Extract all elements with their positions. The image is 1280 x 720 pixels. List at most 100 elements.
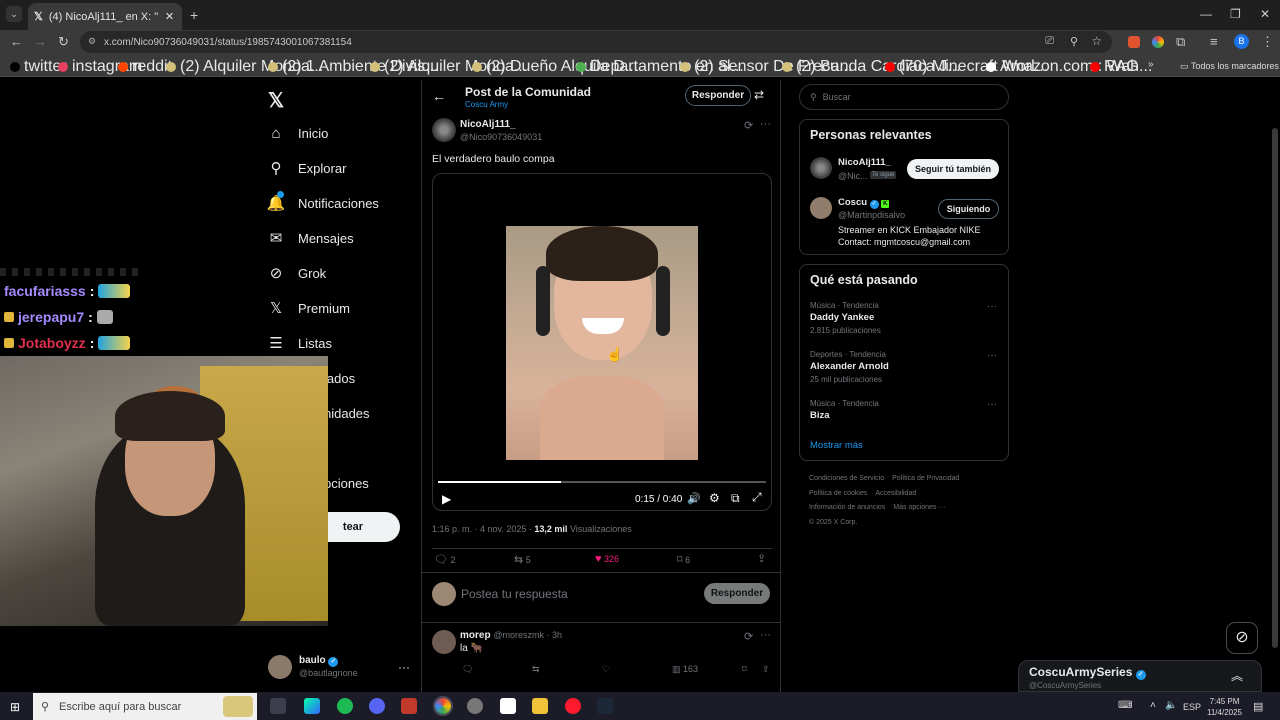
- clock[interactable]: 7:45 PM 11/4/2025: [1207, 696, 1242, 718]
- nav-item[interactable]: ✉ Mensajes: [268, 223, 354, 253]
- trend-name[interactable]: Alexander Arnold: [810, 361, 889, 372]
- person-name[interactable]: NicoAlj111_: [838, 157, 891, 168]
- nav-item[interactable]: 🔔 Notificaciones: [267, 188, 379, 218]
- avatar[interactable]: [268, 655, 292, 679]
- more-icon[interactable]: ···: [760, 118, 771, 130]
- fullscreen-icon[interactable]: ⤢: [752, 490, 762, 505]
- share-icon[interactable]: ⇪: [757, 552, 766, 565]
- avatar[interactable]: [810, 197, 832, 219]
- more-icon[interactable]: ···: [987, 301, 997, 312]
- all-bookmarks[interactable]: ▭ Todos los marcadores: [1180, 61, 1279, 72]
- bookmark-action[interactable]: ⌑ 6: [677, 553, 690, 566]
- reply-avatar[interactable]: [432, 630, 456, 654]
- follow-button[interactable]: Seguir tú también: [907, 159, 999, 179]
- bookmark-item[interactable]: reddit: [118, 58, 172, 76]
- community-popup[interactable]: CoscuArmySeries ✓ @CoscuArmySeries ︽: [1018, 660, 1262, 692]
- footer-link[interactable]: Política de Privacidad: [892, 475, 959, 482]
- keyboard-icon[interactable]: ⌨: [1118, 700, 1132, 711]
- gear-icon[interactable]: ⚙: [709, 491, 720, 505]
- nav-item[interactable]: pciones: [324, 468, 369, 498]
- address-bar[interactable]: ⚙ x.com/Nico90736049031/status/198574300…: [80, 31, 1112, 53]
- person-name[interactable]: Coscu ✓ K: [838, 197, 890, 209]
- browser-menu-icon[interactable]: ⋮: [1261, 34, 1274, 50]
- close-icon[interactable]: ✕: [165, 10, 174, 23]
- repost-icon[interactable]: ⇆: [532, 664, 540, 675]
- spotify-icon[interactable]: [337, 698, 353, 714]
- account-name[interactable]: baulo ✓: [299, 655, 339, 667]
- nav-item[interactable]: nidades: [324, 398, 370, 428]
- language-indicator[interactable]: ESP: [1183, 702, 1201, 712]
- person-handle[interactable]: @Martinpdisalvo: [838, 210, 905, 220]
- chrome-icon[interactable]: [433, 696, 453, 716]
- footer-link[interactable]: Más opciones ···: [893, 504, 945, 511]
- maximize-button[interactable]: ❐: [1230, 7, 1241, 21]
- extensions-puzzle-icon[interactable]: ⧉: [1176, 34, 1185, 50]
- app-icon[interactable]: [401, 698, 417, 714]
- footer-link[interactable]: Política de cookies: [809, 490, 867, 497]
- video-player[interactable]: ☝ ▶ 0:15 / 0:40 🔊 ⚙ ⧉ ⤢: [432, 173, 772, 511]
- app-icon[interactable]: [500, 698, 516, 714]
- nav-item[interactable]: 𝕏 Premium: [268, 293, 350, 323]
- expand-chevron-icon[interactable]: ︽: [1231, 667, 1243, 684]
- share-icon[interactable]: ⇪: [762, 664, 770, 675]
- back-icon[interactable]: ←: [10, 34, 23, 49]
- file-explorer-icon[interactable]: [532, 698, 548, 714]
- reload-icon[interactable]: ↻: [58, 34, 69, 50]
- grok-icon[interactable]: ⟳: [744, 630, 753, 643]
- copilot-icon[interactable]: [304, 698, 320, 714]
- nav-item[interactable]: lados: [324, 363, 355, 393]
- volume-icon[interactable]: 🔊: [687, 492, 701, 505]
- nav-item[interactable]: ⊘ Grok: [268, 258, 326, 288]
- play-icon[interactable]: ▶: [442, 492, 451, 506]
- grok-icon[interactable]: ⟳: [744, 119, 753, 132]
- community-link[interactable]: Coscu Army: [465, 100, 508, 109]
- extension-icon[interactable]: [1128, 36, 1140, 48]
- volume-icon[interactable]: 🔈: [1165, 700, 1177, 711]
- show-more-link[interactable]: Mostrar más: [810, 440, 863, 451]
- account-menu-icon[interactable]: ···: [398, 660, 410, 674]
- repost-action[interactable]: ⇆ 5: [514, 553, 531, 566]
- window-close-button[interactable]: ✕: [1260, 7, 1270, 21]
- heart-icon[interactable]: ♡: [602, 664, 610, 675]
- reply-submit-button[interactable]: Responder: [704, 583, 770, 604]
- profile-avatar[interactable]: B: [1234, 34, 1249, 49]
- person-handle[interactable]: @Nic...: [838, 171, 868, 181]
- minimize-button[interactable]: —: [1200, 7, 1212, 21]
- footer-link[interactable]: Condiciones de Servicio: [809, 475, 884, 482]
- media-icon[interactable]: ≡: [1210, 34, 1218, 49]
- windows-start-icon[interactable]: ⊞: [10, 700, 20, 714]
- star-icon[interactable]: ☆: [1091, 34, 1102, 48]
- notifications-icon[interactable]: ▤: [1253, 700, 1263, 713]
- following-button[interactable]: Siguiendo: [938, 199, 999, 219]
- author-name[interactable]: NicoAlj111_: [460, 119, 516, 130]
- install-icon[interactable]: ⎚: [1045, 35, 1054, 48]
- footer-link[interactable]: Información de anuncios: [809, 504, 885, 511]
- opera-icon[interactable]: [565, 698, 581, 714]
- app-icon[interactable]: [467, 698, 483, 714]
- views-action[interactable]: ▥ 163: [672, 664, 698, 675]
- task-view-icon[interactable]: [270, 698, 286, 714]
- reply-author[interactable]: morep @moreszmk · 3h: [460, 630, 562, 641]
- new-tab-button[interactable]: +: [190, 7, 198, 23]
- more-icon[interactable]: ···: [760, 629, 771, 641]
- author-avatar[interactable]: [432, 118, 456, 142]
- back-arrow-icon[interactable]: ←: [432, 88, 446, 104]
- more-bookmarks-icon[interactable]: »: [1148, 59, 1154, 70]
- taskbar-search[interactable]: ⚲ Escribe aquí para buscar: [33, 693, 257, 720]
- search-input[interactable]: ⚲ Buscar: [799, 84, 1009, 110]
- reply-action[interactable]: 🗨 2: [434, 553, 456, 566]
- author-handle[interactable]: @Nico90736049031: [460, 132, 542, 142]
- trend-name[interactable]: Daddy Yankee: [810, 312, 874, 323]
- bookmark-icon[interactable]: ⌑: [742, 664, 747, 675]
- x-logo[interactable]: 𝕏: [268, 88, 284, 113]
- tray-chevron-icon[interactable]: ˄: [1150, 700, 1156, 711]
- nav-item[interactable]: ☰ Listas: [268, 328, 332, 358]
- discord-icon[interactable]: [369, 698, 385, 714]
- video-progress-track[interactable]: [438, 481, 766, 483]
- settings-sliders-icon[interactable]: ⇄: [754, 88, 764, 102]
- like-action[interactable]: ♥ 326: [595, 553, 619, 565]
- more-icon[interactable]: ···: [987, 399, 997, 410]
- nav-item[interactable]: ⌂ Inicio: [268, 118, 328, 148]
- browser-tab[interactable]: 𝕏 (4) NicoAlj111_ en X: "@Martin ✕: [28, 3, 182, 30]
- steam-icon[interactable]: [597, 698, 613, 714]
